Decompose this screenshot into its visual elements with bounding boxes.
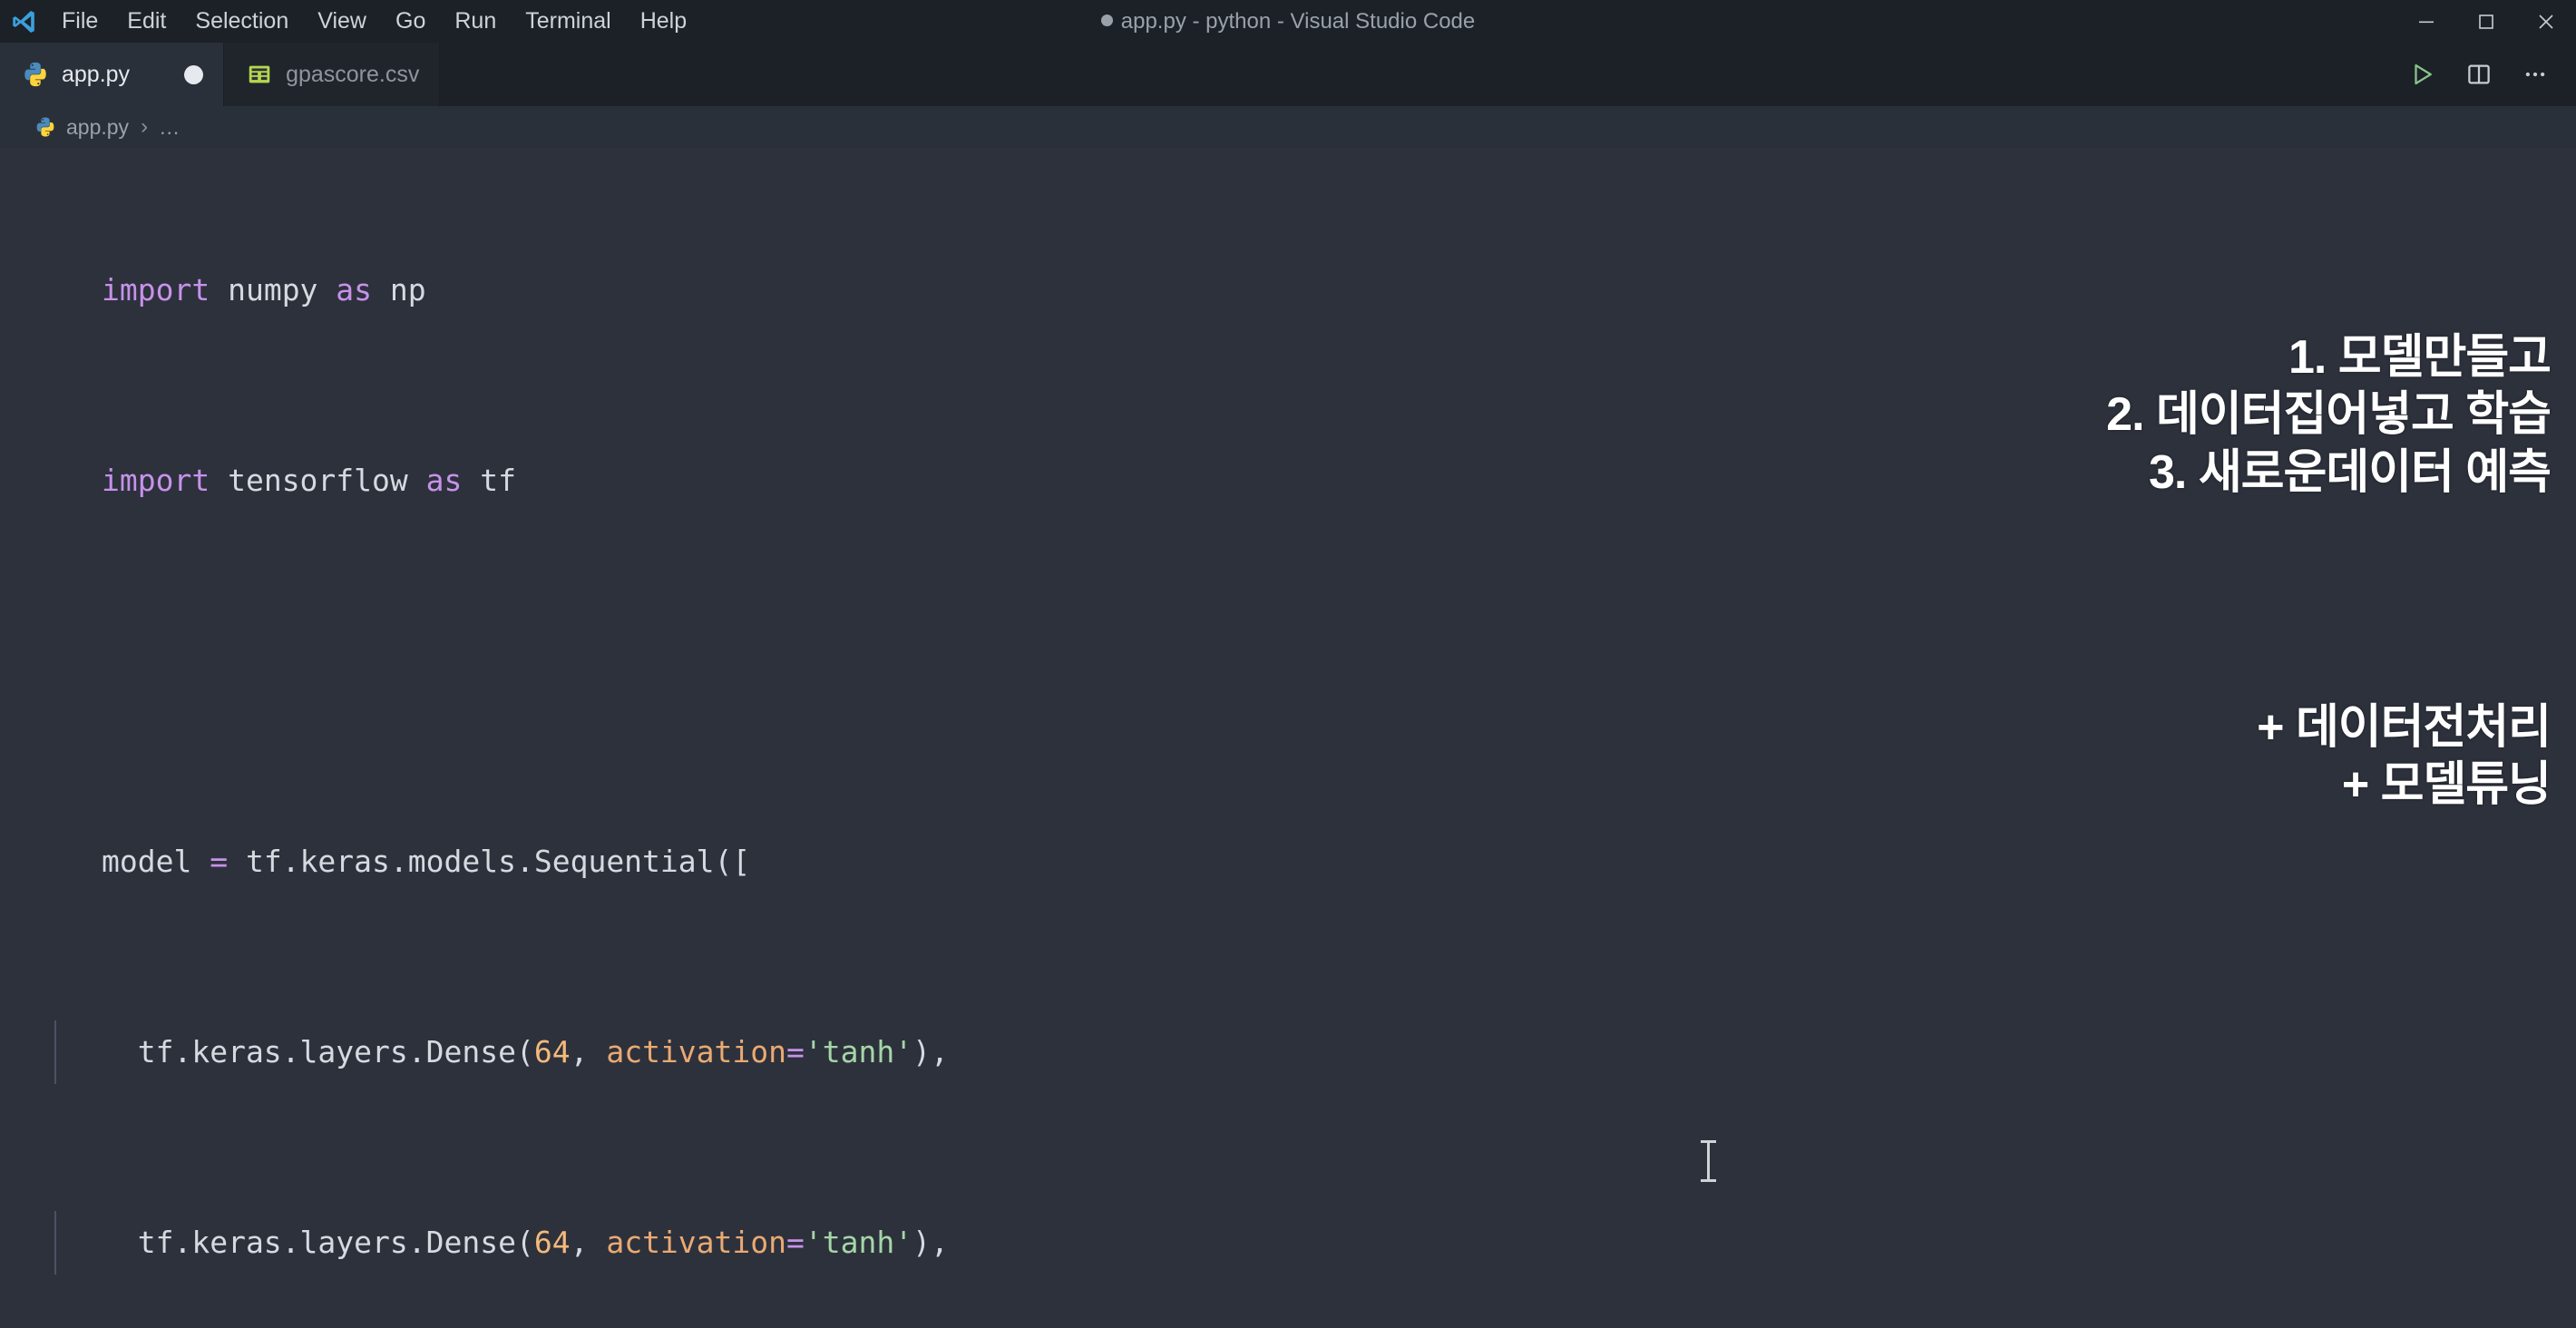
- title-bar: File Edit Selection View Go Run Terminal…: [0, 0, 2576, 43]
- window-controls: [2396, 0, 2576, 43]
- token-identifier: tensorflow: [210, 463, 426, 498]
- overlay-extras: + 데이터전처리 + 모델튜닝: [2257, 699, 2552, 815]
- menu-edit[interactable]: Edit: [112, 0, 181, 43]
- close-button[interactable]: [2516, 0, 2576, 43]
- maximize-button[interactable]: [2456, 0, 2516, 43]
- token-punct: ,: [570, 1225, 607, 1260]
- overlay-extra-1: + 데이터전처리: [2257, 701, 2552, 754]
- overlay-step-1: 1. 모델만들고: [2288, 331, 2552, 384]
- code-editor[interactable]: import numpy as np import tensorflow as …: [0, 148, 2576, 1328]
- token-kwarg: activation: [606, 1225, 787, 1260]
- token-operator: =: [786, 1225, 805, 1260]
- unsaved-indicator-icon: [1100, 15, 1113, 27]
- menu-go[interactable]: Go: [381, 0, 440, 43]
- editor-tab-bar: app.py gpascore.csv: [0, 43, 2576, 106]
- token-keyword: as: [425, 463, 463, 498]
- breadcrumb-more[interactable]: ...: [160, 115, 180, 140]
- token-punct: ,: [570, 1034, 607, 1069]
- vscode-logo-icon: [0, 0, 47, 43]
- menu-selection[interactable]: Selection: [181, 0, 303, 43]
- token-string: 'tanh': [804, 1034, 913, 1069]
- window-title-text: app.py - python - Visual Studio Code: [1120, 9, 1476, 34]
- csv-file-icon: [249, 65, 270, 83]
- run-python-file-button[interactable]: [2395, 43, 2451, 106]
- tab-app-py[interactable]: app.py: [0, 43, 225, 106]
- split-editor-icon[interactable]: [2451, 43, 2507, 106]
- tab-unsaved-dot-icon[interactable]: [184, 64, 204, 84]
- code-content: import numpy as np import tensorflow as …: [0, 148, 2576, 1328]
- token-string: 'tanh': [804, 1225, 913, 1260]
- overlay-step-2: 2. 데이터집어넣고 학습: [2106, 388, 2552, 442]
- python-file-icon: [24, 62, 46, 87]
- token-keyword: as: [336, 272, 373, 308]
- token-call: tf.keras.models.Sequential([: [228, 844, 751, 879]
- menu-terminal[interactable]: Terminal: [511, 0, 625, 43]
- overlay-step-3: 3. 새로운데이터 예측: [2149, 445, 2552, 499]
- token-identifier: numpy: [210, 272, 337, 308]
- token-punct: ),: [912, 1225, 949, 1260]
- tab-label: app.py: [62, 61, 131, 87]
- token-identifier: tf: [462, 463, 516, 498]
- token-identifier: model: [102, 844, 210, 879]
- indent-guide: [54, 1020, 56, 1084]
- menu-file[interactable]: File: [47, 0, 112, 43]
- tab-gpascore-csv[interactable]: gpascore.csv: [224, 43, 441, 106]
- text-cursor-icon: [1701, 1140, 1716, 1182]
- breadcrumb-file[interactable]: app.py: [66, 115, 129, 140]
- overlay-extra-2: + 모델튜닝: [2341, 758, 2552, 812]
- code-line: tf.keras.layers.Dense(64, activation='ta…: [54, 1020, 2576, 1084]
- chevron-right-icon: ›: [141, 114, 149, 139]
- token-kwarg: activation: [606, 1034, 787, 1069]
- indent-guide: [54, 1211, 56, 1274]
- menu-view[interactable]: View: [303, 0, 381, 43]
- overlay-steps: 1. 모델만들고 2. 데이터집어넣고 학습 3. 새로운데이터 예측: [2106, 329, 2552, 502]
- token-punct: ),: [912, 1034, 949, 1069]
- token-keyword: import: [102, 272, 210, 308]
- token-keyword: import: [102, 463, 210, 498]
- python-file-icon: [36, 117, 54, 137]
- token-number: 64: [533, 1225, 571, 1260]
- token-operator: =: [210, 844, 229, 879]
- menu-help[interactable]: Help: [626, 0, 701, 43]
- token-operator: =: [786, 1034, 805, 1069]
- code-line: model = tf.keras.models.Sequential([: [102, 830, 2576, 893]
- menu-run[interactable]: Run: [440, 0, 511, 43]
- tab-label: gpascore.csv: [286, 61, 420, 87]
- ellipsis-icon[interactable]: [2507, 43, 2563, 106]
- editor-actions: [2395, 43, 2576, 106]
- minimize-button[interactable]: [2396, 0, 2456, 43]
- code-line: tf.keras.layers.Dense(64, activation='ta…: [54, 1211, 2576, 1274]
- token-number: 64: [533, 1034, 571, 1069]
- token-identifier: np: [372, 272, 426, 308]
- token-call: tf.keras.layers.Dense(: [102, 1225, 534, 1260]
- code-line: import numpy as np: [102, 259, 2576, 322]
- token-call: tf.keras.layers.Dense(: [102, 1034, 534, 1069]
- breadcrumb: app.py › ...: [0, 106, 2576, 148]
- menu-bar: File Edit Selection View Go Run Terminal…: [47, 0, 701, 43]
